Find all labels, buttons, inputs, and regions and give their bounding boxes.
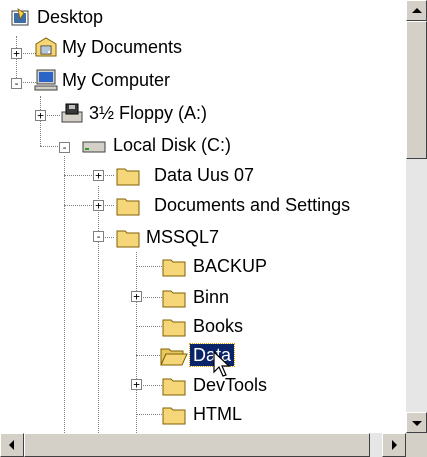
scrollbar-corner (406, 433, 427, 457)
folder-icon (116, 168, 140, 186)
right-arrow-icon (392, 440, 397, 450)
tree-item-label: DevTools (193, 375, 268, 395)
horizontal-scrollbar[interactable] (0, 433, 406, 457)
tree-item-label: HTML (193, 404, 242, 424)
tree-item-label: BACKUP (193, 256, 268, 276)
tree-item-local-disk-c[interactable]: - Local Disk (C:) (0, 134, 250, 164)
tree-item-label: Documents and Settings (154, 195, 351, 215)
hard-disk-icon (82, 141, 106, 153)
vertical-scroll-thumb[interactable] (406, 21, 427, 159)
scroll-right-button[interactable] (382, 433, 406, 457)
tree-item-books[interactable]: Books (0, 315, 280, 345)
tree-item-label: Books (193, 316, 244, 336)
desktop-icon (11, 8, 29, 26)
tree-item-label: Local Disk (C:) (113, 135, 232, 155)
expand-toggle[interactable]: + (93, 200, 104, 211)
down-arrow-icon (412, 421, 422, 426)
expand-toggle[interactable]: + (93, 170, 104, 181)
scroll-up-button[interactable] (406, 0, 427, 21)
tree-item-label: Data Uus 07 (154, 165, 255, 185)
tree-item-html[interactable]: HTML (0, 403, 280, 433)
collapse-toggle[interactable]: - (93, 231, 104, 242)
expand-toggle[interactable]: + (35, 110, 46, 121)
tree-item-floppy-a[interactable]: + 3½ Floppy (A:) (0, 102, 250, 132)
tree-item-label: My Computer (62, 70, 171, 90)
folder-icon (116, 198, 140, 216)
folder-tree[interactable]: Desktop + My Documents - My Computer + 3… (0, 0, 406, 433)
tree-item-data[interactable]: Data (0, 343, 280, 377)
tree-item-my-documents[interactable]: + My Documents (0, 36, 250, 66)
up-arrow-icon (412, 8, 422, 13)
open-folder-icon (160, 348, 188, 366)
expand-toggle[interactable]: + (11, 48, 22, 59)
tree-item-label: MSSQL7 (146, 227, 220, 247)
vertical-scrollbar[interactable] (406, 0, 427, 433)
tree-item-label: My Documents (62, 37, 183, 57)
folder-icon (162, 290, 186, 308)
folder-icon (162, 319, 186, 337)
tree-item-data-uus-07[interactable]: + Data Uus 07 (0, 164, 280, 194)
tree-item-desktop[interactable]: Desktop (0, 6, 200, 36)
folder-icon (162, 378, 186, 396)
tree-item-binn[interactable]: + Binn (0, 286, 280, 316)
horizontal-scroll-thumb[interactable] (24, 433, 370, 457)
tree-item-backup[interactable]: BACKUP (0, 255, 280, 285)
expand-toggle[interactable]: + (131, 291, 142, 302)
tree-item-devtools[interactable]: + DevTools (0, 374, 280, 404)
expand-toggle[interactable]: + (131, 379, 142, 390)
left-arrow-icon (9, 440, 14, 450)
scroll-down-button[interactable] (406, 412, 427, 433)
collapse-toggle[interactable]: - (59, 142, 70, 153)
folder-icon (116, 230, 140, 248)
tree-item-label: 3½ Floppy (A:) (89, 103, 208, 123)
folder-icon (162, 407, 186, 425)
my-documents-icon (35, 37, 57, 57)
tree-item-documents-and-settings[interactable]: + Documents and Settings (0, 194, 400, 224)
scroll-left-button[interactable] (0, 433, 24, 457)
tree-item-mssql7[interactable]: - MSSQL7 (0, 226, 280, 256)
tree-item-label: Desktop (37, 7, 104, 27)
floppy-drive-icon (61, 103, 83, 123)
tree-item-label: Binn (193, 287, 230, 307)
folder-icon (162, 259, 186, 277)
tree-item-my-computer[interactable]: - My Computer (0, 68, 250, 98)
my-computer-icon (34, 69, 58, 91)
collapse-toggle[interactable]: - (11, 78, 22, 89)
